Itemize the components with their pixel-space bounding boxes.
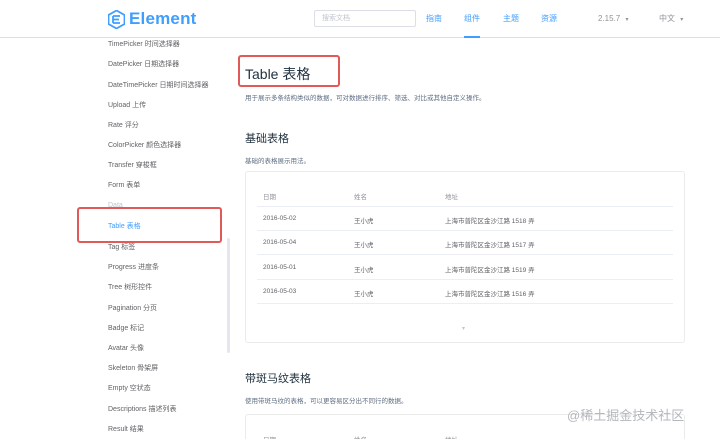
table-row: 2016-05-01 王小虎 上海市普陀区金沙江路 1519 弄: [257, 256, 673, 280]
element-logo[interactable]: Element: [108, 8, 197, 30]
cell-date: 2016-05-03: [263, 288, 297, 295]
sidebar-item-tag[interactable]: Tag 标签: [108, 242, 135, 252]
sidebar-item-badge[interactable]: Badge 标记: [108, 323, 144, 333]
column-header-address: 地址: [445, 434, 458, 439]
sidebar-item-timepicker[interactable]: TimePicker 时间选择器: [108, 39, 180, 49]
table-header-row: 日期 姓名 地址: [257, 183, 673, 207]
section-basic-description: 基础的表格展示用法。: [245, 158, 310, 165]
page-description: 用于展示多条结构类似的数据，可对数据进行排序、筛选、对比或其他自定义操作。: [245, 95, 486, 102]
table-row: 2016-05-02 王小虎 上海市普陀区金沙江路 1518 弄: [257, 207, 673, 231]
cell-name: 王小虎: [354, 242, 374, 249]
cell-address: 上海市普陀区金沙江路 1516 弄: [445, 291, 535, 298]
table-row: 2016-05-04 王小虎 上海市普陀区金沙江路 1517 弄: [257, 231, 673, 255]
nav-theme[interactable]: 主题: [503, 0, 519, 38]
sidebar-item-skeleton[interactable]: Skeleton 骨架屏: [108, 363, 158, 373]
element-logo-icon: [108, 9, 125, 29]
sidebar-item-upload[interactable]: Upload 上传: [108, 100, 146, 110]
cell-name: 王小虎: [354, 218, 374, 225]
table-item-highlight-box: [77, 207, 222, 243]
sidebar-item-avatar[interactable]: Avatar 头像: [108, 343, 144, 353]
sidebar-item-transfer[interactable]: Transfer 穿梭框: [108, 160, 157, 170]
sidebar-item-empty[interactable]: Empty 空状态: [108, 383, 151, 393]
chevron-down-icon: ▾: [625, 17, 629, 23]
expand-code-icon[interactable]: ▾: [462, 325, 465, 332]
striped-table-header-row: 日期 姓名 地址: [257, 426, 673, 439]
cell-date: 2016-05-01: [263, 264, 297, 271]
cell-name: 王小虎: [354, 291, 374, 298]
column-header-name: 姓名: [354, 434, 367, 439]
table-row: 2016-05-03 王小虎 上海市普陀区金沙江路 1516 弄: [257, 280, 673, 304]
sidebar-item-form[interactable]: Form 表单: [108, 180, 140, 190]
cell-date: 2016-05-04: [263, 239, 297, 246]
logo-text: Element: [129, 9, 197, 28]
version-label: 2.15.7: [598, 14, 621, 23]
top-header: Element 搜索文档 指南 组件 主题 资源 2.15.7 ▾ 中文 ▾: [0, 0, 720, 38]
cell-address: 上海市普陀区金沙江路 1519 弄: [445, 267, 535, 274]
column-header-date: 日期: [263, 434, 276, 439]
sidebar-item-datepicker[interactable]: DatePicker 日期选择器: [108, 59, 179, 69]
page-title: Table 表格: [245, 66, 311, 82]
section-basic-title: 基础表格: [245, 133, 289, 145]
nav-guide[interactable]: 指南: [426, 0, 442, 38]
sidebar-item-progress[interactable]: Progress 进度条: [108, 262, 159, 272]
column-header-address: 地址: [445, 194, 458, 201]
sidebar-item-result[interactable]: Result 结果: [108, 424, 144, 434]
language-label: 中文: [659, 14, 675, 23]
search-input[interactable]: 搜索文档: [314, 10, 416, 27]
cell-address: 上海市普陀区金沙江路 1517 弄: [445, 242, 535, 249]
column-header-date: 日期: [263, 194, 276, 201]
language-select[interactable]: 中文 ▾: [659, 0, 683, 38]
sidebar-scrollbar[interactable]: [227, 238, 230, 353]
sidebar-item-tree[interactable]: Tree 树形控件: [108, 282, 152, 292]
cell-date: 2016-05-02: [263, 215, 297, 222]
nav-resource[interactable]: 资源: [541, 0, 557, 38]
sidebar-item-descriptions[interactable]: Descriptions 描述列表: [108, 404, 176, 414]
cell-address: 上海市普陀区金沙江路 1518 弄: [445, 218, 535, 225]
sidebar-item-datetimepicker[interactable]: DateTimePicker 日期时间选择器: [108, 80, 208, 90]
watermark-text: @稀土掘金技术社区: [567, 408, 685, 423]
section-striped-description: 使用带斑马纹的表格，可以更容易区分出不同行的数据。: [245, 398, 408, 405]
sidebar-item-colorpicker[interactable]: ColorPicker 颜色选择器: [108, 140, 181, 150]
version-select[interactable]: 2.15.7 ▾: [598, 0, 629, 38]
column-header-name: 姓名: [354, 194, 367, 201]
chevron-down-icon: ▾: [680, 17, 684, 23]
section-striped-title: 带斑马纹表格: [245, 373, 311, 385]
sidebar-item-pagination[interactable]: Pagination 分页: [108, 303, 157, 313]
sidebar-item-rate[interactable]: Rate 评分: [108, 120, 139, 130]
cell-name: 王小虎: [354, 267, 374, 274]
nav-component[interactable]: 组件: [464, 0, 480, 38]
